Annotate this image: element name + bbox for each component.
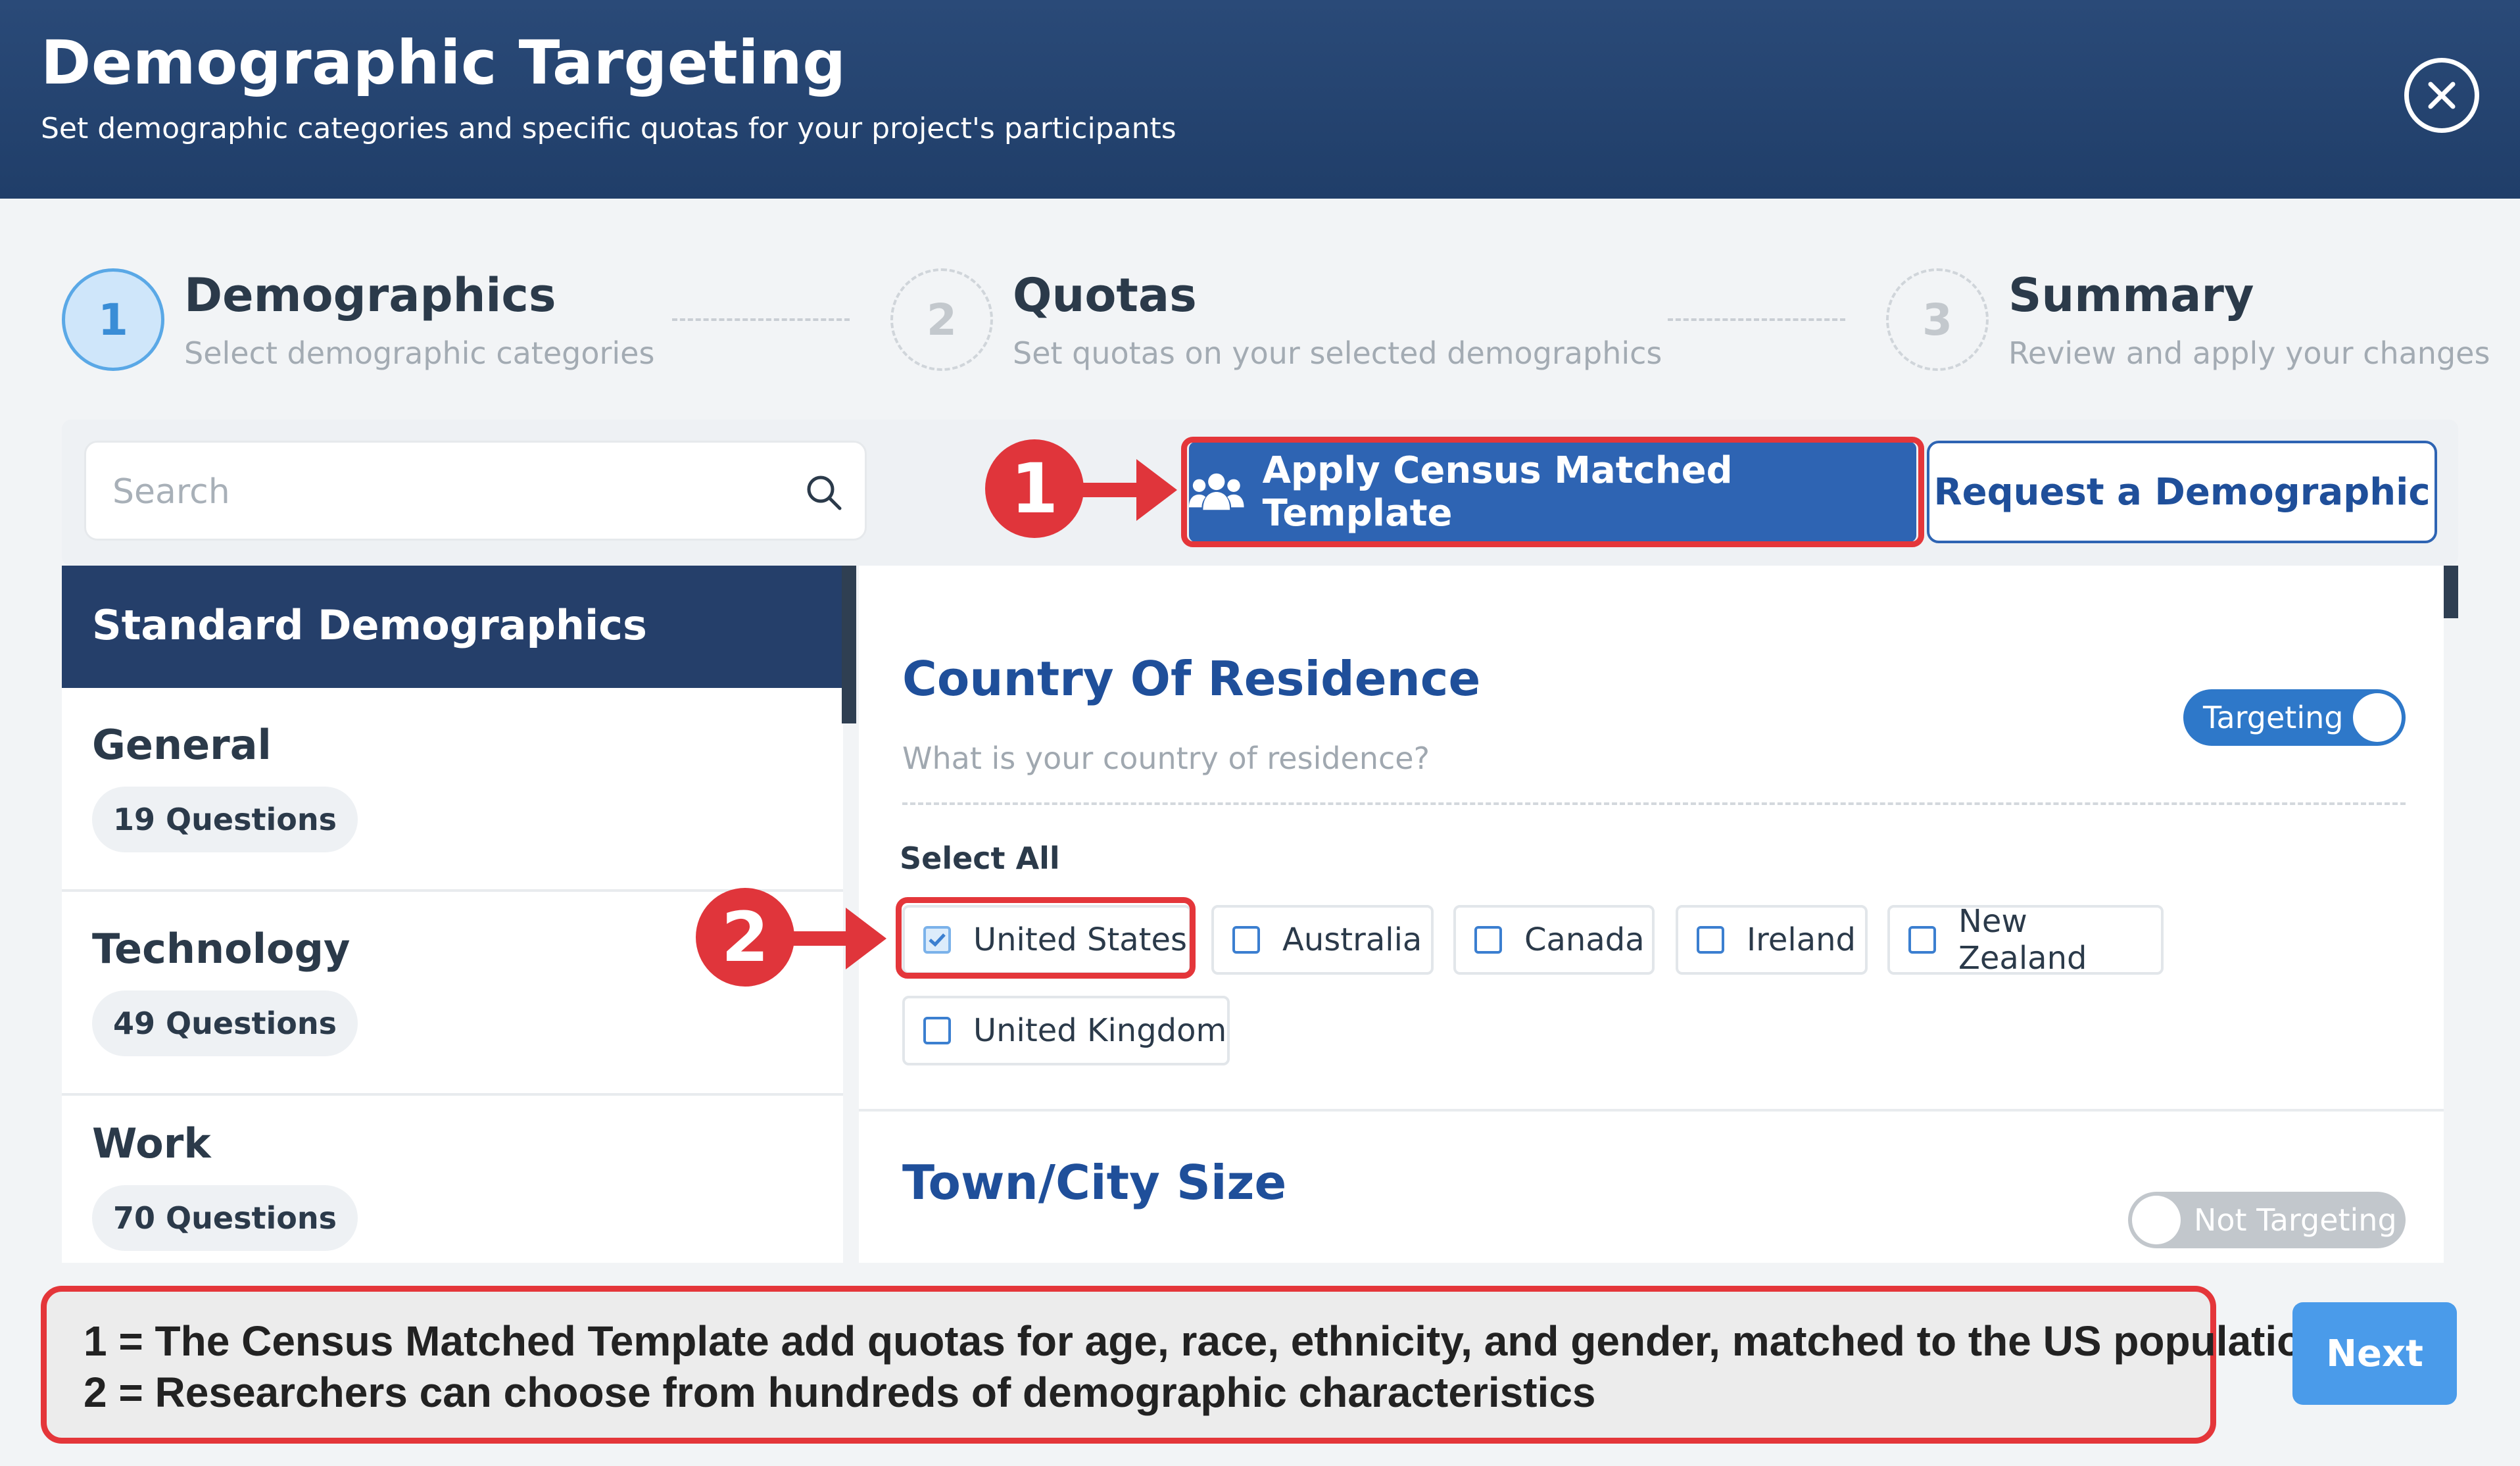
question-count-badge: 49 Questions xyxy=(92,990,358,1056)
annotation-note: 1 = The Census Matched Template add quot… xyxy=(41,1286,2329,1444)
option-label: United Kingdom xyxy=(973,1012,1227,1049)
search-icon[interactable] xyxy=(803,472,845,514)
callout-1-arrow-icon xyxy=(1080,459,1177,521)
select-all-link[interactable]: Select All xyxy=(900,841,1060,876)
question-title: Country Of Residence xyxy=(902,651,1481,706)
checkbox[interactable] xyxy=(923,1017,951,1044)
question-subtitle: What is your country of residence? xyxy=(902,741,1430,776)
toggle-label: Not Targeting xyxy=(2194,1202,2397,1238)
sidebar-scrollbar[interactable] xyxy=(842,566,856,723)
section-divider xyxy=(859,1109,2444,1112)
checkbox[interactable] xyxy=(1474,926,1502,954)
sidebar-item-work[interactable]: Work 70 Questions xyxy=(62,1096,843,1263)
question-divider xyxy=(902,802,2406,805)
option-united-kingdom[interactable]: United Kingdom xyxy=(902,996,1230,1065)
sidebar-item-title: Technology xyxy=(92,925,351,973)
checkbox[interactable] xyxy=(1232,926,1260,954)
step-2-title: Quotas xyxy=(1013,268,1197,322)
sidebar-item-title: General xyxy=(92,721,272,769)
step-2-description: Set quotas on your selected demographics xyxy=(1013,335,1662,371)
step-connector xyxy=(672,318,850,321)
callout-1-badge: 1 xyxy=(985,439,1084,538)
sidebar-header-label: Standard Demographics xyxy=(92,601,647,649)
toggle-label: Targeting xyxy=(2203,700,2344,735)
close-icon xyxy=(2428,82,2456,109)
search-box xyxy=(84,441,867,541)
modal-header: Demographic Targeting Set demographic ca… xyxy=(0,0,2520,199)
check-icon xyxy=(929,933,946,947)
checkbox[interactable] xyxy=(1697,926,1724,954)
option-australia[interactable]: Australia xyxy=(1211,905,1434,975)
apply-census-template-button[interactable]: Apply Census Matched Template xyxy=(1189,442,1916,542)
sidebar-item-title: Work xyxy=(92,1119,211,1167)
step-3-title: Summary xyxy=(2008,268,2254,322)
next-button[interactable]: Next xyxy=(2292,1302,2457,1405)
checkbox[interactable] xyxy=(1908,926,1936,954)
step-3-indicator: 3 xyxy=(1886,268,1989,371)
question-count-badge: 70 Questions xyxy=(92,1185,358,1251)
option-label: Ireland xyxy=(1747,921,1856,958)
step-1-description: Select demographic categories xyxy=(184,335,655,371)
sidebar-header: Standard Demographics xyxy=(62,566,843,688)
step-3-description: Review and apply your changes xyxy=(2008,335,2490,371)
step-connector xyxy=(1668,318,1845,321)
step-1-title: Demographics xyxy=(184,268,556,322)
step-2-indicator: 2 xyxy=(890,268,993,371)
search-input[interactable] xyxy=(112,462,770,522)
modal-title: Demographic Targeting xyxy=(41,28,846,98)
option-canada[interactable]: Canada xyxy=(1453,905,1655,975)
option-united-states[interactable]: United States xyxy=(902,905,1192,975)
option-label: United States xyxy=(973,921,1188,958)
option-label: Australia xyxy=(1282,921,1422,958)
question-title: Town/City Size xyxy=(902,1155,1287,1210)
question-list: Country Of Residence What is your countr… xyxy=(859,566,2444,1263)
note-line-1: 1 = The Census Matched Template add quot… xyxy=(84,1317,2329,1365)
note-line-2: 2 = Researchers can choose from hundreds… xyxy=(84,1369,1596,1416)
checkbox-checked[interactable] xyxy=(923,926,951,954)
targeting-toggle[interactable]: Not Targeting xyxy=(2128,1192,2406,1248)
option-ireland[interactable]: Ireland xyxy=(1676,905,1868,975)
targeting-toggle[interactable]: Targeting xyxy=(2183,689,2406,746)
request-demographic-button[interactable]: Request a Demographic xyxy=(1927,441,2437,543)
step-1-indicator: 1 xyxy=(62,268,164,371)
toggle-knob xyxy=(2132,1196,2181,1244)
callout-2-badge: 2 xyxy=(696,888,794,987)
content-scrollbar[interactable] xyxy=(2444,566,2458,618)
toggle-knob xyxy=(2353,693,2402,742)
close-button[interactable] xyxy=(2404,58,2479,133)
modal-subtitle: Set demographic categories and specific … xyxy=(41,112,1176,145)
option-new-zealand[interactable]: New Zealand xyxy=(1887,903,2164,977)
option-label: New Zealand xyxy=(1958,903,2087,977)
apply-census-template-label: Apply Census Matched Template xyxy=(1262,449,1733,535)
callout-2-arrow-icon xyxy=(789,908,886,969)
users-icon xyxy=(1189,473,1244,510)
option-label: Canada xyxy=(1524,921,1645,958)
sidebar-item-general[interactable]: General 19 Questions xyxy=(62,688,843,892)
question-count-badge: 19 Questions xyxy=(92,787,358,852)
